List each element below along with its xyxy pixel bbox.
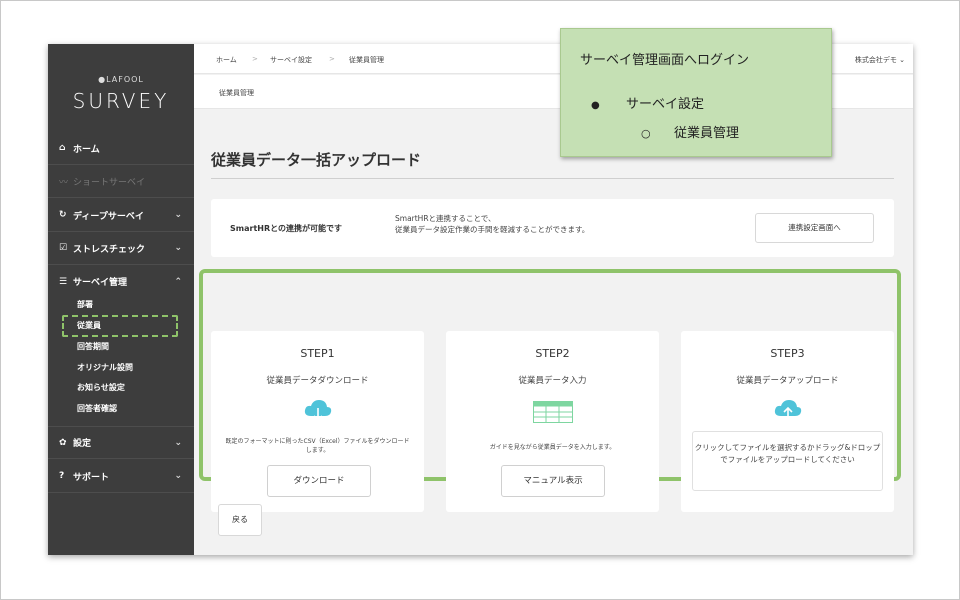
page-title: 従業員データ一括アップロード bbox=[211, 151, 422, 169]
sidebar-item-survey-management[interactable]: ☰ サーベイ管理 ⌃ bbox=[48, 265, 194, 298]
sidebar-item-deep-survey[interactable]: ↻ ディープサーベイ ⌄ bbox=[48, 199, 194, 232]
highlight-employee-outline bbox=[62, 315, 178, 337]
home-icon: ⌂ bbox=[59, 143, 66, 153]
file-dropzone[interactable]: クリックしてファイルを選択するかドラッグ&ドロップでファイルをアップロードしてく… bbox=[692, 431, 883, 491]
bullet-icon: ● bbox=[591, 100, 600, 111]
download-button[interactable]: ダウンロード bbox=[267, 465, 371, 497]
step-title: STEP1 bbox=[300, 347, 335, 360]
smarthr-description: SmartHRと連携することで、 従業員データ設定作業の手間を軽減することができ… bbox=[395, 213, 589, 235]
sidebar-item-home[interactable]: ⌂ ホーム bbox=[48, 132, 194, 165]
step-subtitle: 従業員データアップロード bbox=[736, 376, 839, 386]
cloud-download-icon bbox=[303, 398, 333, 428]
callout-subbullet: ○ 従業員管理 bbox=[641, 122, 739, 141]
callout-title: サーベイ管理画面へログイン bbox=[580, 53, 750, 68]
sidebar: ●LAFOOL SURVEY ⌂ ホーム 〰 ショートサーベイ ↻ ディープサー… bbox=[48, 44, 194, 555]
sidebar-item-label: ディープサーベイ bbox=[73, 211, 144, 222]
chevron-up-icon: ⌃ bbox=[174, 276, 182, 287]
callout-bullet-text: サーベイ設定 bbox=[626, 97, 705, 112]
sidebar-item-label: ショートサーベイ bbox=[73, 177, 146, 188]
refresh-icon: ↻ bbox=[59, 210, 67, 220]
breadcrumb-current: 従業員管理 bbox=[349, 56, 384, 64]
company-menu[interactable]: 株式会社デモ ⌄ bbox=[855, 55, 905, 65]
sidebar-item-label: ストレスチェック bbox=[73, 244, 146, 255]
step-title: STEP2 bbox=[535, 347, 570, 360]
smarthr-title: SmartHRとの連携が可能です bbox=[230, 224, 343, 233]
sidebar-item-label: サーベイ管理 bbox=[73, 278, 128, 288]
sidebar-subitem-answer-period[interactable]: 回答期間 bbox=[77, 341, 109, 352]
sidebar-subitem-original-questions[interactable]: オリジナル設問 bbox=[77, 362, 133, 373]
logo-small: ●LAFOOL bbox=[98, 75, 144, 84]
sidebar-item-label: サポート bbox=[73, 472, 110, 483]
page-label: 従業員管理 bbox=[219, 89, 254, 97]
sidebar-item-stress-check[interactable]: ☑ ストレスチェック ⌄ bbox=[48, 232, 194, 265]
smarthr-desc-line2: 従業員データ設定作業の手間を軽減することができます。 bbox=[395, 225, 590, 234]
chevron-down-icon: ⌄ bbox=[899, 56, 905, 64]
sidebar-item-settings[interactable]: ✿ 設定 ⌄ bbox=[48, 426, 194, 459]
breadcrumb-separator: > bbox=[329, 55, 335, 63]
sidebar-item-short-survey[interactable]: 〰 ショートサーベイ bbox=[48, 165, 194, 198]
chevron-down-icon: ⌄ bbox=[174, 210, 182, 220]
step-card-2: STEP2 従業員データ入力 ガイドを見ながら従業員データを入力します。 マニュ… bbox=[446, 331, 659, 512]
annotation-callout: サーベイ管理画面へログイン ● サーベイ設定 ○ 従業員管理 bbox=[560, 28, 832, 157]
callout-sub-text: 従業員管理 bbox=[674, 126, 740, 141]
smarthr-desc-line1: SmartHRと連携することで、 bbox=[395, 214, 496, 223]
breadcrumb-survey-settings[interactable]: サーベイ設定 bbox=[270, 55, 312, 65]
cloud-upload-icon bbox=[773, 398, 803, 428]
manual-button[interactable]: マニュアル表示 bbox=[501, 465, 605, 497]
step-card-1: STEP1 従業員データダウンロード 既定のフォーマットに則ったCSV（Exce… bbox=[211, 331, 424, 512]
step-description: ガイドを見ながら従業員データを入力します。 bbox=[489, 444, 616, 451]
list-icon: ☰ bbox=[59, 276, 68, 287]
smarthr-settings-button[interactable]: 連携設定画面へ bbox=[755, 213, 874, 243]
back-button[interactable]: 戻る bbox=[218, 504, 262, 536]
help-icon: ? bbox=[59, 471, 65, 481]
sidebar-subitem-respondent-check[interactable]: 回答者確認 bbox=[77, 403, 117, 414]
breadcrumb-separator: > bbox=[252, 55, 258, 63]
step-subtitle: 従業員データ入力 bbox=[518, 376, 587, 386]
company-name: 株式会社デモ bbox=[854, 56, 897, 64]
chevron-down-icon: ⌄ bbox=[174, 243, 182, 253]
logo: SURVEY bbox=[72, 89, 170, 113]
step-description: 既定のフォーマットに則ったCSV（Excel）ファイルをダウンロードします。 bbox=[225, 438, 410, 454]
sidebar-item-support[interactable]: ? サポート ⌄ bbox=[48, 460, 194, 493]
circle-bullet-icon: ○ bbox=[641, 127, 651, 140]
chevron-down-icon: ⌄ bbox=[174, 471, 182, 481]
step-card-3: STEP3 従業員データアップロード クリックしてファイルを選択するかドラッグ&… bbox=[681, 331, 894, 512]
checkbox-icon: ☑ bbox=[59, 243, 68, 253]
smarthr-card: SmartHRとの連携が可能です SmartHRと連携することで、 従業員データ… bbox=[211, 199, 894, 257]
sidebar-subitem-notice-settings[interactable]: お知らせ設定 bbox=[77, 382, 125, 393]
chevron-down-icon: ⌄ bbox=[174, 437, 182, 448]
step-subtitle: 従業員データダウンロード bbox=[266, 376, 369, 386]
gear-icon: ✿ bbox=[59, 437, 67, 448]
sidebar-item-label: ホーム bbox=[73, 144, 100, 155]
pulse-icon: 〰 bbox=[59, 177, 69, 188]
main-content: 従業員データ一括アップロード SmartHRとの連携が可能です SmartHRと… bbox=[194, 109, 913, 555]
breadcrumb-home[interactable]: ホーム bbox=[216, 55, 237, 65]
title-divider bbox=[211, 178, 894, 179]
step-title: STEP3 bbox=[770, 347, 805, 360]
callout-bullet: ● サーベイ設定 bbox=[591, 93, 704, 112]
table-icon bbox=[532, 401, 573, 427]
sidebar-subitem-department[interactable]: 部署 bbox=[77, 299, 93, 310]
sidebar-item-label: 設定 bbox=[73, 439, 92, 449]
